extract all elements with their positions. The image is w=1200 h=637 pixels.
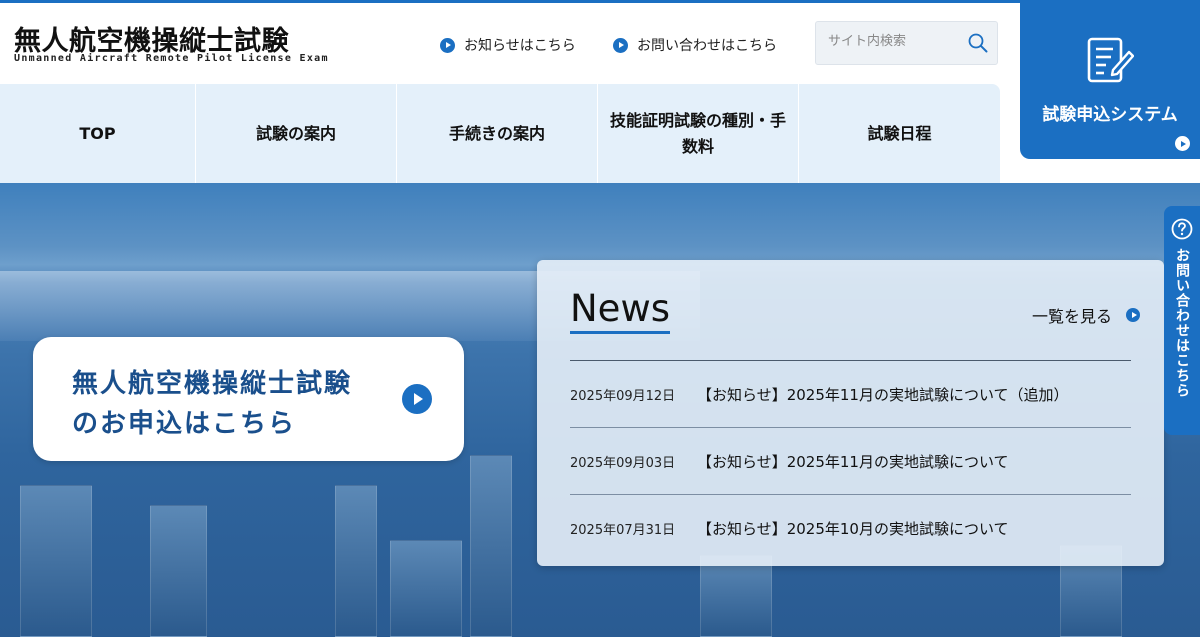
hero-building <box>700 555 772 637</box>
cta-line-1: 無人航空機操縦士試験 <box>72 369 353 399</box>
apply-system-button[interactable]: 試験申込システム <box>1020 3 1200 159</box>
news-title: News <box>570 287 670 334</box>
news-date: 2025年09月12日 <box>570 388 676 404</box>
nav-item-exam-schedule[interactable]: 試験日程 <box>799 84 1000 183</box>
side-contact-tab[interactable]: お問い合わせはこちら <box>1164 206 1200 435</box>
site-logo-subtitle: Unmanned Aircraft Remote Pilot License E… <box>14 53 329 64</box>
site-header: 無人航空機操縦士試験 Unmanned Aircraft Remote Pilo… <box>0 3 1020 83</box>
news-panel: News 一覧を見る 2025年09月12日 【お知らせ】2025年11月の実地… <box>537 260 1164 566</box>
hero-building <box>20 485 92 637</box>
news-item[interactable]: 2025年09月12日 【お知らせ】2025年11月の実地試験について（追加） <box>570 360 1131 427</box>
news-date: 2025年07月31日 <box>570 522 676 538</box>
notice-link-label: お知らせはこちら <box>464 38 576 54</box>
notice-link[interactable]: お知らせはこちら <box>440 35 576 55</box>
hero-building <box>470 455 512 637</box>
nav-item-top[interactable]: TOP <box>0 84 196 183</box>
cta-line-2: のお申込はこちら <box>72 409 297 439</box>
news-item[interactable]: 2025年07月31日 【お知らせ】2025年10月の実地試験について <box>570 494 1131 561</box>
play-icon <box>613 37 628 53</box>
hero-building <box>335 485 377 637</box>
news-more-link[interactable]: 一覧を見る <box>1032 303 1140 327</box>
site-search <box>815 21 998 65</box>
search-icon[interactable] <box>967 32 989 54</box>
play-icon <box>402 384 432 414</box>
document-pen-icon <box>1087 37 1134 83</box>
question-icon <box>1171 218 1193 240</box>
hero-banner: 無人航空機操縦士試験 のお申込はこちら News 一覧を見る 2025年09月1… <box>0 183 1200 637</box>
news-date: 2025年09月03日 <box>570 455 676 471</box>
news-more-label: 一覧を見る <box>1031 307 1112 326</box>
contact-link-label: お問い合わせはこちら <box>637 38 777 54</box>
apply-cta-card[interactable]: 無人航空機操縦士試験 のお申込はこちら <box>33 337 464 461</box>
play-icon <box>1126 308 1140 322</box>
search-input[interactable] <box>826 33 965 50</box>
apply-system-label: 試験申込システム <box>1042 105 1178 125</box>
news-list: 2025年09月12日 【お知らせ】2025年11月の実地試験について（追加） … <box>570 360 1131 561</box>
nav-item-exam-types-fees[interactable]: 技能証明試験の種別・手数料 <box>598 84 799 183</box>
contact-link[interactable]: お問い合わせはこちら <box>613 35 777 55</box>
news-item[interactable]: 2025年09月03日 【お知らせ】2025年11月の実地試験について <box>570 427 1131 494</box>
play-icon <box>1175 136 1190 151</box>
news-text: 【お知らせ】2025年11月の実地試験について <box>697 452 1009 471</box>
news-text: 【お知らせ】2025年11月の実地試験について（追加） <box>697 385 1069 404</box>
side-contact-label: お問い合わせはこちら <box>1174 248 1190 398</box>
play-icon <box>440 37 455 53</box>
hero-building <box>150 505 207 637</box>
nav-item-procedure-guide[interactable]: 手続きの案内 <box>397 84 598 183</box>
global-nav: TOP 試験の案内 手続きの案内 技能証明試験の種別・手数料 試験日程 <box>0 84 1000 183</box>
nav-item-exam-guide[interactable]: 試験の案内 <box>196 84 397 183</box>
hero-building <box>390 540 462 637</box>
news-text: 【お知らせ】2025年10月の実地試験について <box>697 519 1009 538</box>
